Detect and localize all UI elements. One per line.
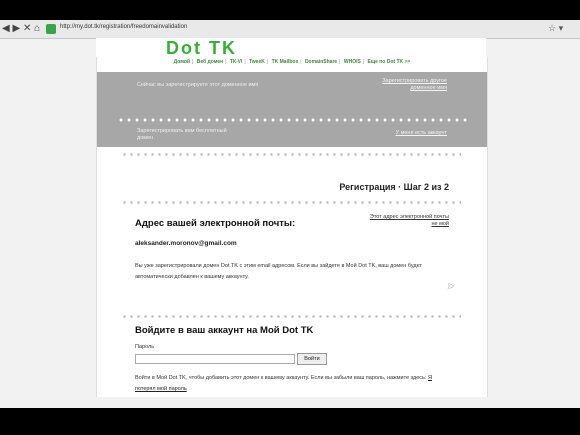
password-label: Пароль xyxy=(135,344,155,350)
password-input[interactable] xyxy=(135,354,295,364)
page-content: Домой | Веб домен | ТК-VI | TweeK | TK Mailb… xyxy=(96,57,488,397)
register-other-domain-link[interactable]: Зарегистрировать другое доменное имя xyxy=(377,78,447,92)
nav-link-whois[interactable]: WHOIS xyxy=(344,59,361,65)
registration-banner: Сейчас вы зарегистрируете этот доменное … xyxy=(97,72,487,147)
login-note-text: Войти в Мой Dot TK, чтобы добавить этот … xyxy=(135,375,427,381)
divider xyxy=(121,315,461,318)
email-note: Вы уже зарегистрировали домен Dot TK с э… xyxy=(135,263,423,280)
nav-link-tk-mailbox[interactable]: TK Mailbox xyxy=(272,59,299,65)
email-address: aleksander.moronov@gmail.com xyxy=(135,240,237,247)
nav-link-domainshare[interactable]: DomainShare xyxy=(305,59,337,65)
nav-link-more[interactable]: Еще по Dot TK >> xyxy=(368,59,411,65)
step-indicator: Регистрация · Шаг 2 из 2 xyxy=(339,182,449,192)
nav-link-web-domain[interactable]: Веб домен xyxy=(197,59,223,65)
browser-nav-icons[interactable]: ◀ ▶ ✕ ⌂ xyxy=(2,23,40,34)
login-note: Войти в Мой Dot TK, чтобы добавить этот … xyxy=(135,373,445,395)
have-account-link[interactable]: У меня есть аккаунт xyxy=(357,130,447,137)
address-bar: ◀ ▶ ✕ ⌂ http://my.dot.tk/registration/fr… xyxy=(0,20,580,39)
email-heading: Адрес вашей электронной почты: xyxy=(135,218,296,229)
banner-domain-text: Сейчас вы зарегистрируете этот доменное … xyxy=(137,82,259,88)
banner-free-domain-text: Зарегистрировать вам бесплатный домен xyxy=(137,128,227,141)
mouse-cursor-icon: ➤ xyxy=(447,281,455,291)
banner-divider xyxy=(117,118,467,122)
nav-link-tk-vi[interactable]: ТК-VI xyxy=(230,59,243,65)
browser-window: ◀ ▶ ✕ ⌂ http://my.dot.tk/registration/fr… xyxy=(0,20,580,408)
dot-tk-logo[interactable]: Dot TK xyxy=(166,38,237,59)
favicon-icon xyxy=(46,24,56,34)
login-button[interactable]: Войти xyxy=(297,353,327,365)
nav-link-home[interactable]: Домой xyxy=(174,59,190,65)
url-field[interactable]: http://my.dot.tk/registration/freedomain… xyxy=(60,24,187,30)
divider xyxy=(121,153,461,156)
top-navigation: Домой | Веб домен | ТК-VI | TweeK | TK Mailb… xyxy=(173,59,411,65)
login-heading: Войдите в ваш аккаунт на Мой Dot TK xyxy=(135,325,314,336)
bookmark-icon[interactable]: ☆ ▾ xyxy=(548,23,563,34)
nav-link-tweek[interactable]: TweeK xyxy=(249,59,265,65)
divider xyxy=(121,201,461,204)
not-my-email-link[interactable]: Этот адрес электронной почты не мой xyxy=(369,214,449,228)
